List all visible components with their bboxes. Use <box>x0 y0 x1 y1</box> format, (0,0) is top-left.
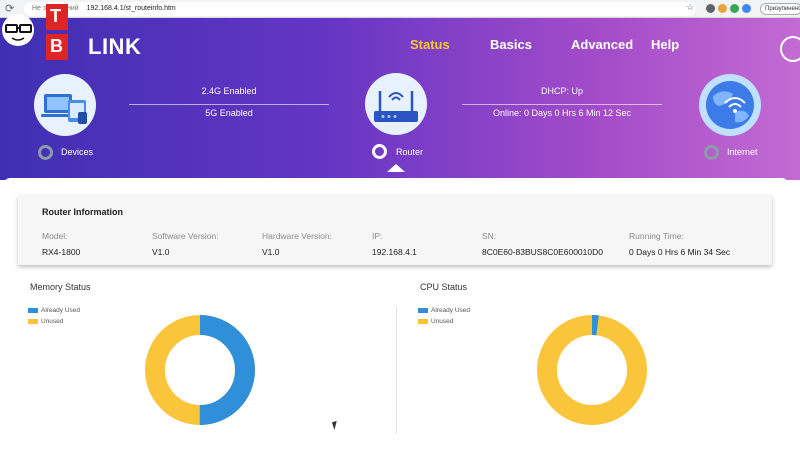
router-info-title: Router Information <box>42 207 123 217</box>
browser-toolbar: ⟳ Не захищений 192.168.4.1/st_routeinfo.… <box>0 0 800 18</box>
memory-donut-chart <box>145 315 255 425</box>
cpu-donut-chart <box>537 315 647 425</box>
online-time: Online: 0 Days 0 Hrs 6 Min 12 Sec <box>492 108 632 118</box>
nav-basics[interactable]: Basics <box>490 37 532 52</box>
cpu-unused-slice <box>537 315 647 425</box>
main-content: Router Information Model: RX4-1800 Softw… <box>4 178 788 450</box>
model-value: RX4-1800 <box>42 247 81 257</box>
legend-label: Already Used <box>41 307 81 314</box>
extension-icon[interactable] <box>718 4 727 13</box>
memory-status-title: Memory Status <box>30 282 91 292</box>
cpu-legend-unused: Unused <box>418 318 453 325</box>
logo-letter-t: T <box>50 6 61 26</box>
url-text: 192.168.4.1/st_routeinfo.htm <box>86 5 176 12</box>
extension-icon[interactable] <box>730 4 739 13</box>
software-version-key: Software Version: <box>152 231 219 241</box>
link-line <box>462 104 662 105</box>
account-icon[interactable] <box>780 36 800 62</box>
software-version-value: V1.0 <box>152 247 170 257</box>
legend-swatch <box>28 318 38 324</box>
profile-button[interactable]: Призупинено <box>760 3 800 15</box>
router-node[interactable] <box>365 73 427 135</box>
globe-icon <box>706 81 754 129</box>
internet-node[interactable] <box>699 74 761 136</box>
ip-value: 192.168.4.1 <box>372 247 417 257</box>
running-time-key: Running Time: <box>629 231 684 241</box>
devices-radio[interactable] <box>38 145 53 160</box>
router-radio[interactable] <box>372 144 387 159</box>
router-info-card: Router Information Model: RX4-1800 Softw… <box>18 195 772 265</box>
sn-key: SN: <box>482 231 497 241</box>
router-label: Router <box>396 147 424 157</box>
selection-pointer <box>387 164 405 172</box>
legend-label: Unused <box>431 318 454 325</box>
cpu-status-title: CPU Status <box>420 282 468 292</box>
ip-key: IP: <box>372 231 383 241</box>
internet-radio[interactable] <box>704 145 719 160</box>
extension-icon[interactable] <box>742 4 751 13</box>
hardware-version-value: V1.0 <box>262 247 280 257</box>
running-time-value: 0 Days 0 Hrs 6 Min 34 Sec <box>629 247 731 257</box>
section-divider <box>396 306 397 434</box>
model-key: Model: <box>42 231 68 241</box>
memory-legend-used: Already Used <box>28 307 80 314</box>
internet-label: Internet <box>727 147 758 157</box>
cpu-legend-used: Already Used <box>418 307 470 314</box>
legend-swatch <box>418 318 428 324</box>
hardware-version-key: Hardware Version: <box>262 231 332 241</box>
nav-status[interactable]: Status <box>410 37 450 52</box>
memory-legend-unused: Unused <box>28 318 63 325</box>
brand-logo[interactable]: LINK <box>88 34 141 60</box>
wifi-5-status: 5G Enabled <box>205 108 253 118</box>
address-bar[interactable]: Не захищений 192.168.4.1/st_routeinfo.ht… <box>24 2 696 16</box>
devices-icon <box>41 94 87 124</box>
devices-node[interactable] <box>34 74 96 136</box>
logo-letter-b: B <box>50 36 63 56</box>
nav-help[interactable]: Help <box>651 37 679 52</box>
wifi-24-status: 2.4G Enabled <box>201 86 257 96</box>
nav-advanced[interactable]: Advanced <box>571 37 633 52</box>
status-header: LINK Status Basics Advanced Help Devices… <box>0 18 800 180</box>
legend-swatch <box>418 307 428 313</box>
legend-label: Unused <box>41 318 64 325</box>
legend-swatch <box>28 307 38 313</box>
legend-label: Already Used <box>431 307 471 314</box>
router-icon <box>374 91 418 122</box>
dhcp-status: DHCP: Up <box>540 86 583 96</box>
extension-icon[interactable] <box>706 4 715 13</box>
link-line <box>129 104 329 105</box>
devices-label: Devices <box>61 147 94 157</box>
mouse-cursor-icon <box>331 419 343 431</box>
star-icon[interactable]: ☆ <box>686 2 694 13</box>
sn-value: 8C0E60-83BUS8C0E600010D0 <box>482 247 603 257</box>
